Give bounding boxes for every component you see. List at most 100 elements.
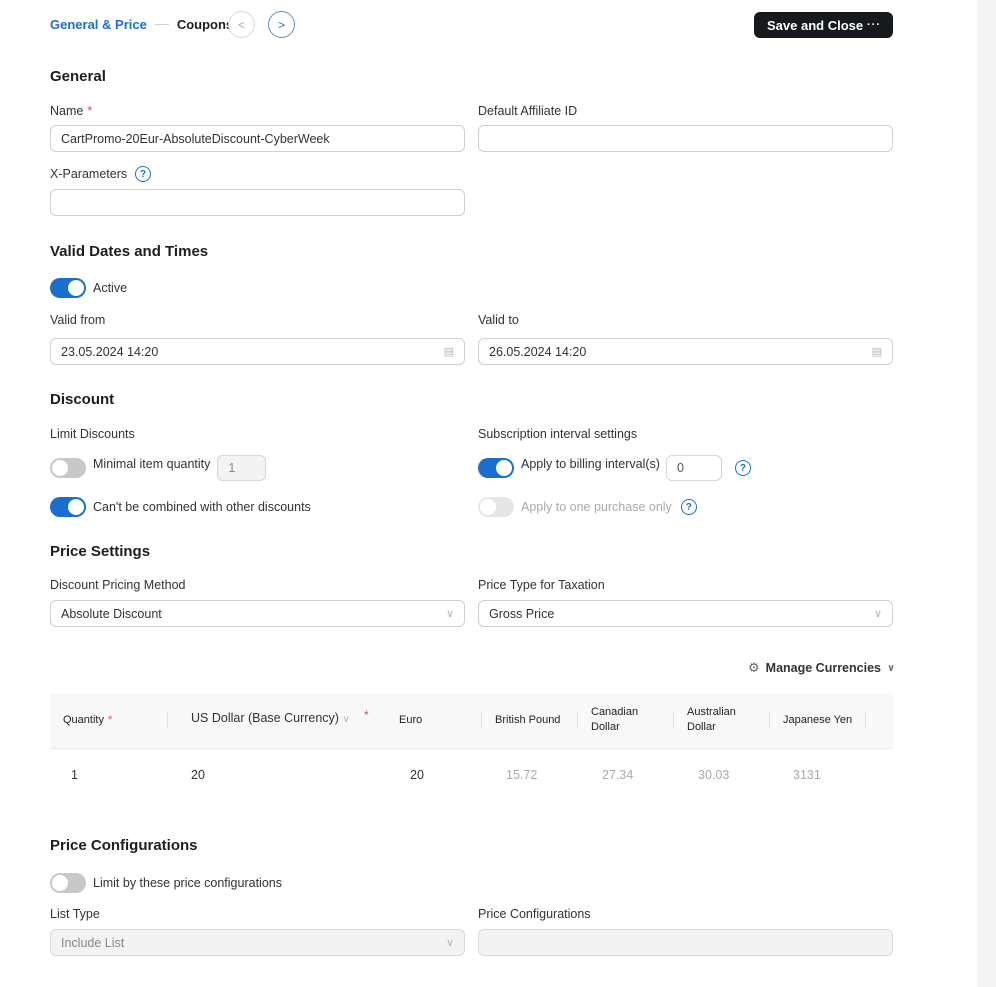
xparams-input[interactable] — [50, 189, 465, 216]
min-qty-label: Minimal item quantity — [93, 457, 211, 471]
breadcrumb-general-price[interactable]: General & Price — [50, 17, 147, 32]
more-options-icon[interactable]: ··· — [867, 19, 881, 31]
active-label: Active — [93, 281, 128, 295]
col-usd-text: US Dollar (Base Currency) — [191, 711, 339, 725]
pricing-method-value: Absolute Discount — [61, 606, 162, 621]
col-header-quantity: Quantity * — [63, 713, 112, 728]
tax-type-label: Price Type for Taxation — [478, 578, 605, 592]
limit-config-toggle[interactable] — [50, 873, 86, 893]
name-label-text: Name — [50, 104, 84, 118]
price-configs-input[interactable] — [478, 929, 893, 956]
section-title-price-configurations: Price Configurations — [50, 837, 198, 854]
next-button[interactable]: > — [268, 11, 295, 38]
section-title-price-settings: Price Settings — [50, 543, 151, 560]
chevron-down-icon: ∨ — [445, 937, 454, 949]
help-icon[interactable]: ? — [135, 166, 152, 182]
xparams-label: X-Parameters ? — [50, 166, 152, 182]
breadcrumb: General & Price Coupons — [50, 17, 233, 32]
valid-from-value: 23.05.2024 14:20 — [61, 344, 159, 359]
col-quantity-text: Quantity — [63, 714, 104, 726]
affiliate-id-input[interactable] — [478, 125, 893, 152]
column-divider — [167, 711, 168, 729]
prev-button[interactable]: < — [228, 11, 255, 38]
section-title-discount: Discount — [50, 391, 115, 408]
active-toggle-row: Active — [50, 278, 127, 298]
price-configs-label: Price Configurations — [478, 907, 591, 921]
cell-aud: 30.03 — [698, 768, 730, 782]
col-header-usd[interactable]: US Dollar (Base Currency) ∨ — [191, 711, 350, 727]
scrollbar-track[interactable] — [977, 0, 996, 987]
calendar-icon[interactable]: ▤ — [444, 345, 454, 358]
cell-euro[interactable]: 20 — [410, 768, 424, 782]
breadcrumb-coupons[interactable]: Coupons — [177, 17, 233, 32]
list-type-select[interactable]: Include List ∨ — [50, 929, 465, 956]
min-qty-value: 1 — [228, 461, 236, 475]
col-cad-line1: Canadian — [591, 706, 639, 718]
save-and-close-label: Save and Close — [767, 17, 864, 33]
col-header-aud: Australian Dollar — [687, 705, 736, 735]
limit-discounts-label: Limit Discounts — [50, 427, 135, 441]
chevron-right-icon: > — [277, 17, 285, 32]
one-purchase-toggle[interactable] — [478, 497, 514, 517]
col-aud-line1: Australian — [687, 706, 736, 718]
cell-jpy: 3131 — [793, 768, 821, 782]
valid-from-input[interactable]: 23.05.2024 14:20 ▤ — [50, 338, 465, 365]
min-qty-toggle[interactable] — [50, 458, 86, 478]
valid-to-value: 26.05.2024 14:20 — [489, 344, 587, 359]
no-combine-label: Can't be combined with other discounts — [93, 500, 311, 514]
manage-currencies-button[interactable]: ⚙ Manage Currencies ∨ — [748, 660, 895, 676]
chevron-down-icon: ∨ — [445, 608, 454, 620]
save-and-close-button[interactable]: Save and Close ··· — [754, 12, 893, 38]
col-cad-line2: Dollar — [591, 721, 620, 733]
col-aud-line2: Dollar — [687, 721, 716, 733]
billing-interval-input[interactable]: 0 — [665, 455, 722, 481]
chevron-left-icon: < — [237, 17, 245, 32]
col-header-gbp: British Pound — [495, 714, 561, 726]
manage-currencies-label: Manage Currencies — [765, 661, 881, 675]
column-divider — [865, 711, 866, 729]
required-marker: * — [107, 714, 113, 726]
pricing-method-label: Discount Pricing Method — [50, 578, 186, 592]
column-divider — [577, 711, 578, 729]
xparams-label-text: X-Parameters — [50, 167, 128, 181]
cell-cad: 27.34 — [602, 768, 634, 782]
name-input[interactable]: CartPromo-20Eur-AbsoluteDiscount-CyberWe… — [50, 125, 465, 152]
one-purchase-row: Apply to one purchase only ? — [478, 497, 697, 517]
active-toggle[interactable] — [50, 278, 86, 298]
cell-usd[interactable]: 20 — [191, 768, 205, 782]
column-divider — [769, 711, 770, 729]
cell-quantity[interactable]: 1 — [71, 768, 78, 782]
billing-label: Apply to billing interval(s) — [521, 457, 660, 471]
chevron-down-icon: ∨ — [886, 662, 896, 674]
no-combine-toggle[interactable] — [50, 497, 86, 517]
tax-type-select[interactable]: Gross Price ∨ — [478, 600, 893, 627]
column-divider — [481, 711, 482, 729]
min-qty-row: Minimal item quantity 1 — [50, 455, 267, 481]
section-title-valid-dates: Valid Dates and Times — [50, 243, 209, 260]
affiliate-label: Default Affiliate ID — [478, 104, 578, 118]
breadcrumb-separator — [154, 24, 169, 25]
required-marker: * — [364, 708, 369, 722]
valid-to-input[interactable]: 26.05.2024 14:20 ▤ — [478, 338, 893, 365]
chevron-down-icon: ∨ — [342, 714, 350, 725]
min-qty-input[interactable]: 1 — [217, 455, 267, 481]
cell-gbp: 15.72 — [506, 768, 538, 782]
help-icon[interactable]: ? — [680, 499, 697, 515]
billing-toggle[interactable] — [478, 458, 514, 478]
list-type-value: Include List — [61, 935, 125, 950]
col-header-cad: Canadian Dollar — [591, 705, 638, 735]
pricing-method-select[interactable]: Absolute Discount ∨ — [50, 600, 465, 627]
name-input-value: CartPromo-20Eur-AbsoluteDiscount-CyberWe… — [61, 131, 330, 146]
section-title-general: General — [50, 68, 106, 85]
calendar-icon[interactable]: ▤ — [872, 345, 882, 358]
col-header-jpy: Japanese Yen — [783, 714, 853, 726]
price-table-header — [50, 693, 893, 749]
col-header-euro: Euro — [399, 714, 423, 726]
name-label: Name * — [50, 104, 92, 118]
billing-row: Apply to billing interval(s) 0 ? — [478, 455, 751, 481]
subscription-label: Subscription interval settings — [478, 427, 638, 441]
help-icon[interactable]: ? — [734, 460, 751, 476]
valid-from-label: Valid from — [50, 313, 106, 327]
tax-type-value: Gross Price — [489, 606, 555, 621]
list-type-label: List Type — [50, 907, 100, 921]
